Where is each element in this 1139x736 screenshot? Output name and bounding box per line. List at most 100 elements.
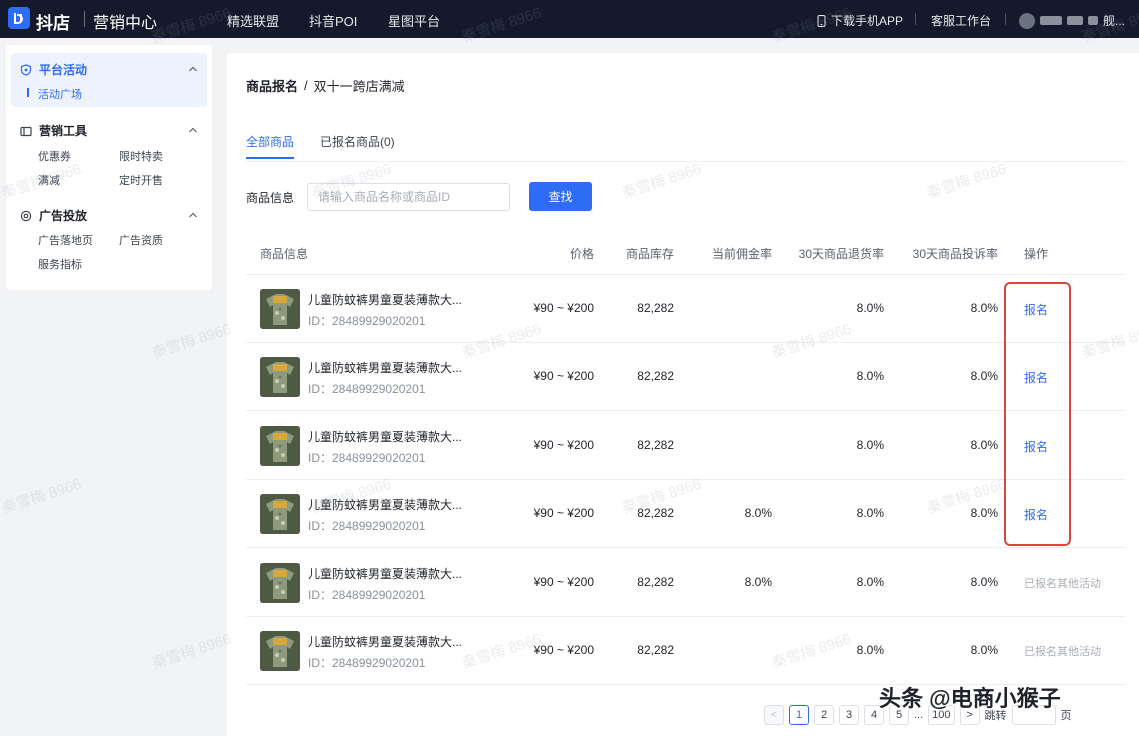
topbar-divider	[1005, 13, 1006, 25]
download-app-link[interactable]: 下载手机APP	[817, 12, 903, 29]
nav-item-douyin-poi[interactable]: 抖音POI	[309, 11, 357, 30]
price-cell: ¥90 ~ ¥200	[533, 301, 594, 315]
product-name[interactable]: 儿童防蚊裤男童夏装薄款大...	[308, 633, 462, 650]
stock-cell: 82,282	[637, 437, 674, 452]
price-cell: ¥90 ~ ¥200	[533, 643, 594, 657]
product-thumbnail[interactable]	[260, 425, 300, 466]
product-id: ID：28489929020201	[308, 587, 426, 602]
page-button[interactable]: 2	[814, 705, 834, 725]
register-link[interactable]: 报名	[1024, 438, 1048, 455]
product-thumbnail[interactable]	[260, 357, 300, 398]
search-input[interactable]	[307, 183, 510, 211]
sidebar-item-service-metrics[interactable]: 服务指标	[38, 256, 82, 272]
masked-username	[1088, 16, 1098, 25]
sidebar-item-scheduled-sale[interactable]: 定时开售	[119, 172, 163, 188]
logo-subtitle: 营销中心	[93, 15, 158, 32]
avatar	[1019, 12, 1035, 29]
complaint-rate-cell: 8.0%	[970, 643, 998, 657]
column-header-stock: 商品库存	[625, 247, 674, 261]
complaint-rate-cell: 8.0%	[970, 369, 998, 384]
stock-cell: 82,282	[637, 301, 674, 315]
doudian-logo-icon[interactable]	[8, 7, 30, 29]
register-link[interactable]: 报名	[1024, 301, 1048, 318]
product-name[interactable]: 儿童防蚊裤男童夏装薄款大...	[308, 291, 462, 308]
price-cell: ¥90 ~ ¥200	[533, 369, 594, 384]
topbar-divider	[915, 13, 916, 25]
column-header-action: 操作	[1024, 247, 1049, 261]
sidebar-item-flash-sale[interactable]: 限时特卖	[119, 148, 163, 164]
stock-cell: 82,282	[637, 574, 674, 589]
sidebar-item-ad-qualification[interactable]: 广告资质	[119, 232, 163, 248]
product-name[interactable]: 儿童防蚊裤男童夏装薄款大...	[308, 428, 462, 445]
stock-cell: 82,282	[637, 369, 674, 384]
download-app-label: 下载手机APP	[831, 14, 904, 28]
tab-registered-products[interactable]: 已报名商品(0)	[320, 133, 395, 150]
sidebar-item-ad-landing-page[interactable]: 广告落地页	[38, 232, 93, 248]
sidebar-group-advertising[interactable]: 广告投放	[20, 207, 87, 224]
sidebar-group-marketing-tools[interactable]: 营销工具	[20, 122, 87, 139]
tab-all-products[interactable]: 全部商品	[246, 133, 294, 150]
chevron-up-icon[interactable]	[188, 210, 198, 220]
sidebar-item-coupon[interactable]: 优惠券	[38, 148, 71, 164]
return-rate-cell: 8.0%	[856, 369, 884, 384]
product-thumbnail[interactable]	[260, 562, 300, 603]
price-cell: ¥90 ~ ¥200	[533, 574, 594, 589]
complaint-rate-cell: 8.0%	[970, 437, 998, 452]
sidebar-group-label: 平台活动	[39, 63, 88, 77]
stock-cell: 82,282	[637, 643, 674, 657]
register-link[interactable]: 报名	[1024, 506, 1048, 523]
product-id: ID：28489929020201	[308, 382, 426, 397]
user-name-suffix: 舰...	[1103, 14, 1126, 28]
chevron-up-icon[interactable]	[188, 64, 198, 74]
product-thumbnail[interactable]	[260, 289, 300, 329]
active-tab-underline	[246, 157, 294, 159]
breadcrumb-parent[interactable]: 商品报名	[246, 76, 298, 95]
register-link[interactable]: 报名	[1024, 369, 1048, 386]
chevron-up-icon[interactable]	[188, 125, 198, 135]
already-registered-label: 已报名其他活动	[1024, 577, 1101, 590]
sidebar-item-activity-plaza[interactable]: 活动广场	[38, 86, 82, 102]
user-menu[interactable]: 舰...	[1019, 12, 1125, 29]
main-panel: 商品报名 / 双十一跨店满减 全部商品 已报名商品(0) 商品信息 查找 商品信…	[227, 53, 1139, 736]
sidebar-group-platform-activity[interactable]: 平台活动	[20, 61, 87, 78]
product-thumbnail[interactable]	[260, 631, 300, 671]
watermark: 秦雪梅 8966	[0, 475, 84, 518]
logo-text[interactable]: 抖店	[36, 9, 70, 34]
page-button[interactable]: 3	[839, 705, 859, 725]
active-item-indicator	[27, 88, 29, 97]
product-name[interactable]: 儿童防蚊裤男童夏装薄款大...	[308, 565, 462, 582]
table-row: 儿童防蚊裤男童夏装薄款大... ID：28489929020201 ¥90 ~ ¥2…	[246, 617, 1124, 685]
price-cell: ¥90 ~ ¥200	[533, 506, 594, 521]
phone-icon	[817, 14, 826, 27]
nav-item-selected-alliance[interactable]: 精选联盟	[227, 11, 279, 30]
table-row: 儿童防蚊裤男童夏装薄款大... ID：28489929020201 ¥90 ~ ¥2…	[246, 549, 1124, 617]
top-navigation-bar: 抖店 营销中心 精选联盟 抖音POI 星图平台 下载手机APP 客服工作台 舰.…	[0, 0, 1139, 38]
return-rate-cell: 8.0%	[856, 574, 884, 589]
breadcrumb-current: 双十一跨店满减	[313, 79, 405, 94]
product-thumbnail[interactable]	[260, 494, 300, 535]
return-rate-cell: 8.0%	[856, 437, 884, 452]
prev-page-button[interactable]: <	[764, 705, 784, 725]
watermark: 秦雪梅 8966	[149, 320, 234, 363]
sidebar: 平台活动 活动广场 营销工具 优惠券 限时特卖 满减 定时开售 广告投放 广告落…	[6, 45, 212, 290]
marketing-tools-icon	[20, 126, 32, 136]
return-rate-cell: 8.0%	[856, 506, 884, 521]
tab-divider	[246, 161, 1124, 162]
product-id: ID：28489929020201	[308, 519, 426, 534]
return-rate-cell: 8.0%	[856, 301, 884, 315]
target-icon	[20, 210, 32, 221]
product-name[interactable]: 儿童防蚊裤男童夏装薄款大...	[308, 496, 462, 513]
shield-icon	[20, 63, 32, 76]
nav-item-star-platform[interactable]: 星图平台	[388, 11, 440, 30]
commission-cell: 8.0%	[744, 506, 772, 521]
page-suffix: 页	[1060, 710, 1072, 722]
sidebar-item-full-reduction[interactable]: 满减	[38, 172, 60, 188]
page-button[interactable]: 1	[789, 705, 809, 725]
already-registered-label: 已报名其他活动	[1024, 646, 1101, 658]
table-row: 儿童防蚊裤男童夏装薄款大... ID：28489929020201 ¥90 ~ ¥2…	[246, 412, 1124, 480]
complaint-rate-cell: 8.0%	[970, 574, 998, 589]
search-button[interactable]: 查找	[529, 182, 592, 211]
product-name[interactable]: 儿童防蚊裤男童夏装薄款大...	[308, 359, 462, 376]
service-desk-link[interactable]: 客服工作台	[931, 12, 991, 29]
stock-cell: 82,282	[637, 506, 674, 521]
